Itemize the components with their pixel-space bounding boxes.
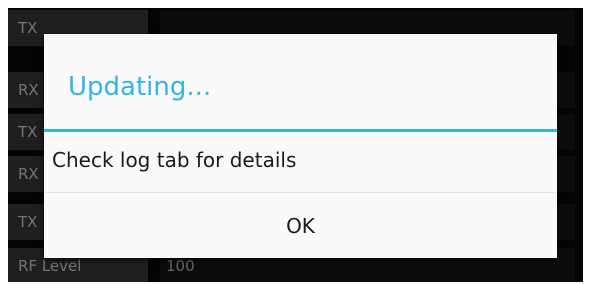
- updating-dialog: Updating... Check log tab for details OK: [44, 34, 557, 258]
- dialog-message: Check log tab for details: [52, 148, 297, 172]
- ok-button[interactable]: OK: [44, 193, 557, 258]
- title-divider: [44, 129, 557, 132]
- app-screen: TX RX TX RX TX RF Level 100 Updating... …: [8, 8, 583, 282]
- dialog-title: Updating...: [68, 72, 212, 102]
